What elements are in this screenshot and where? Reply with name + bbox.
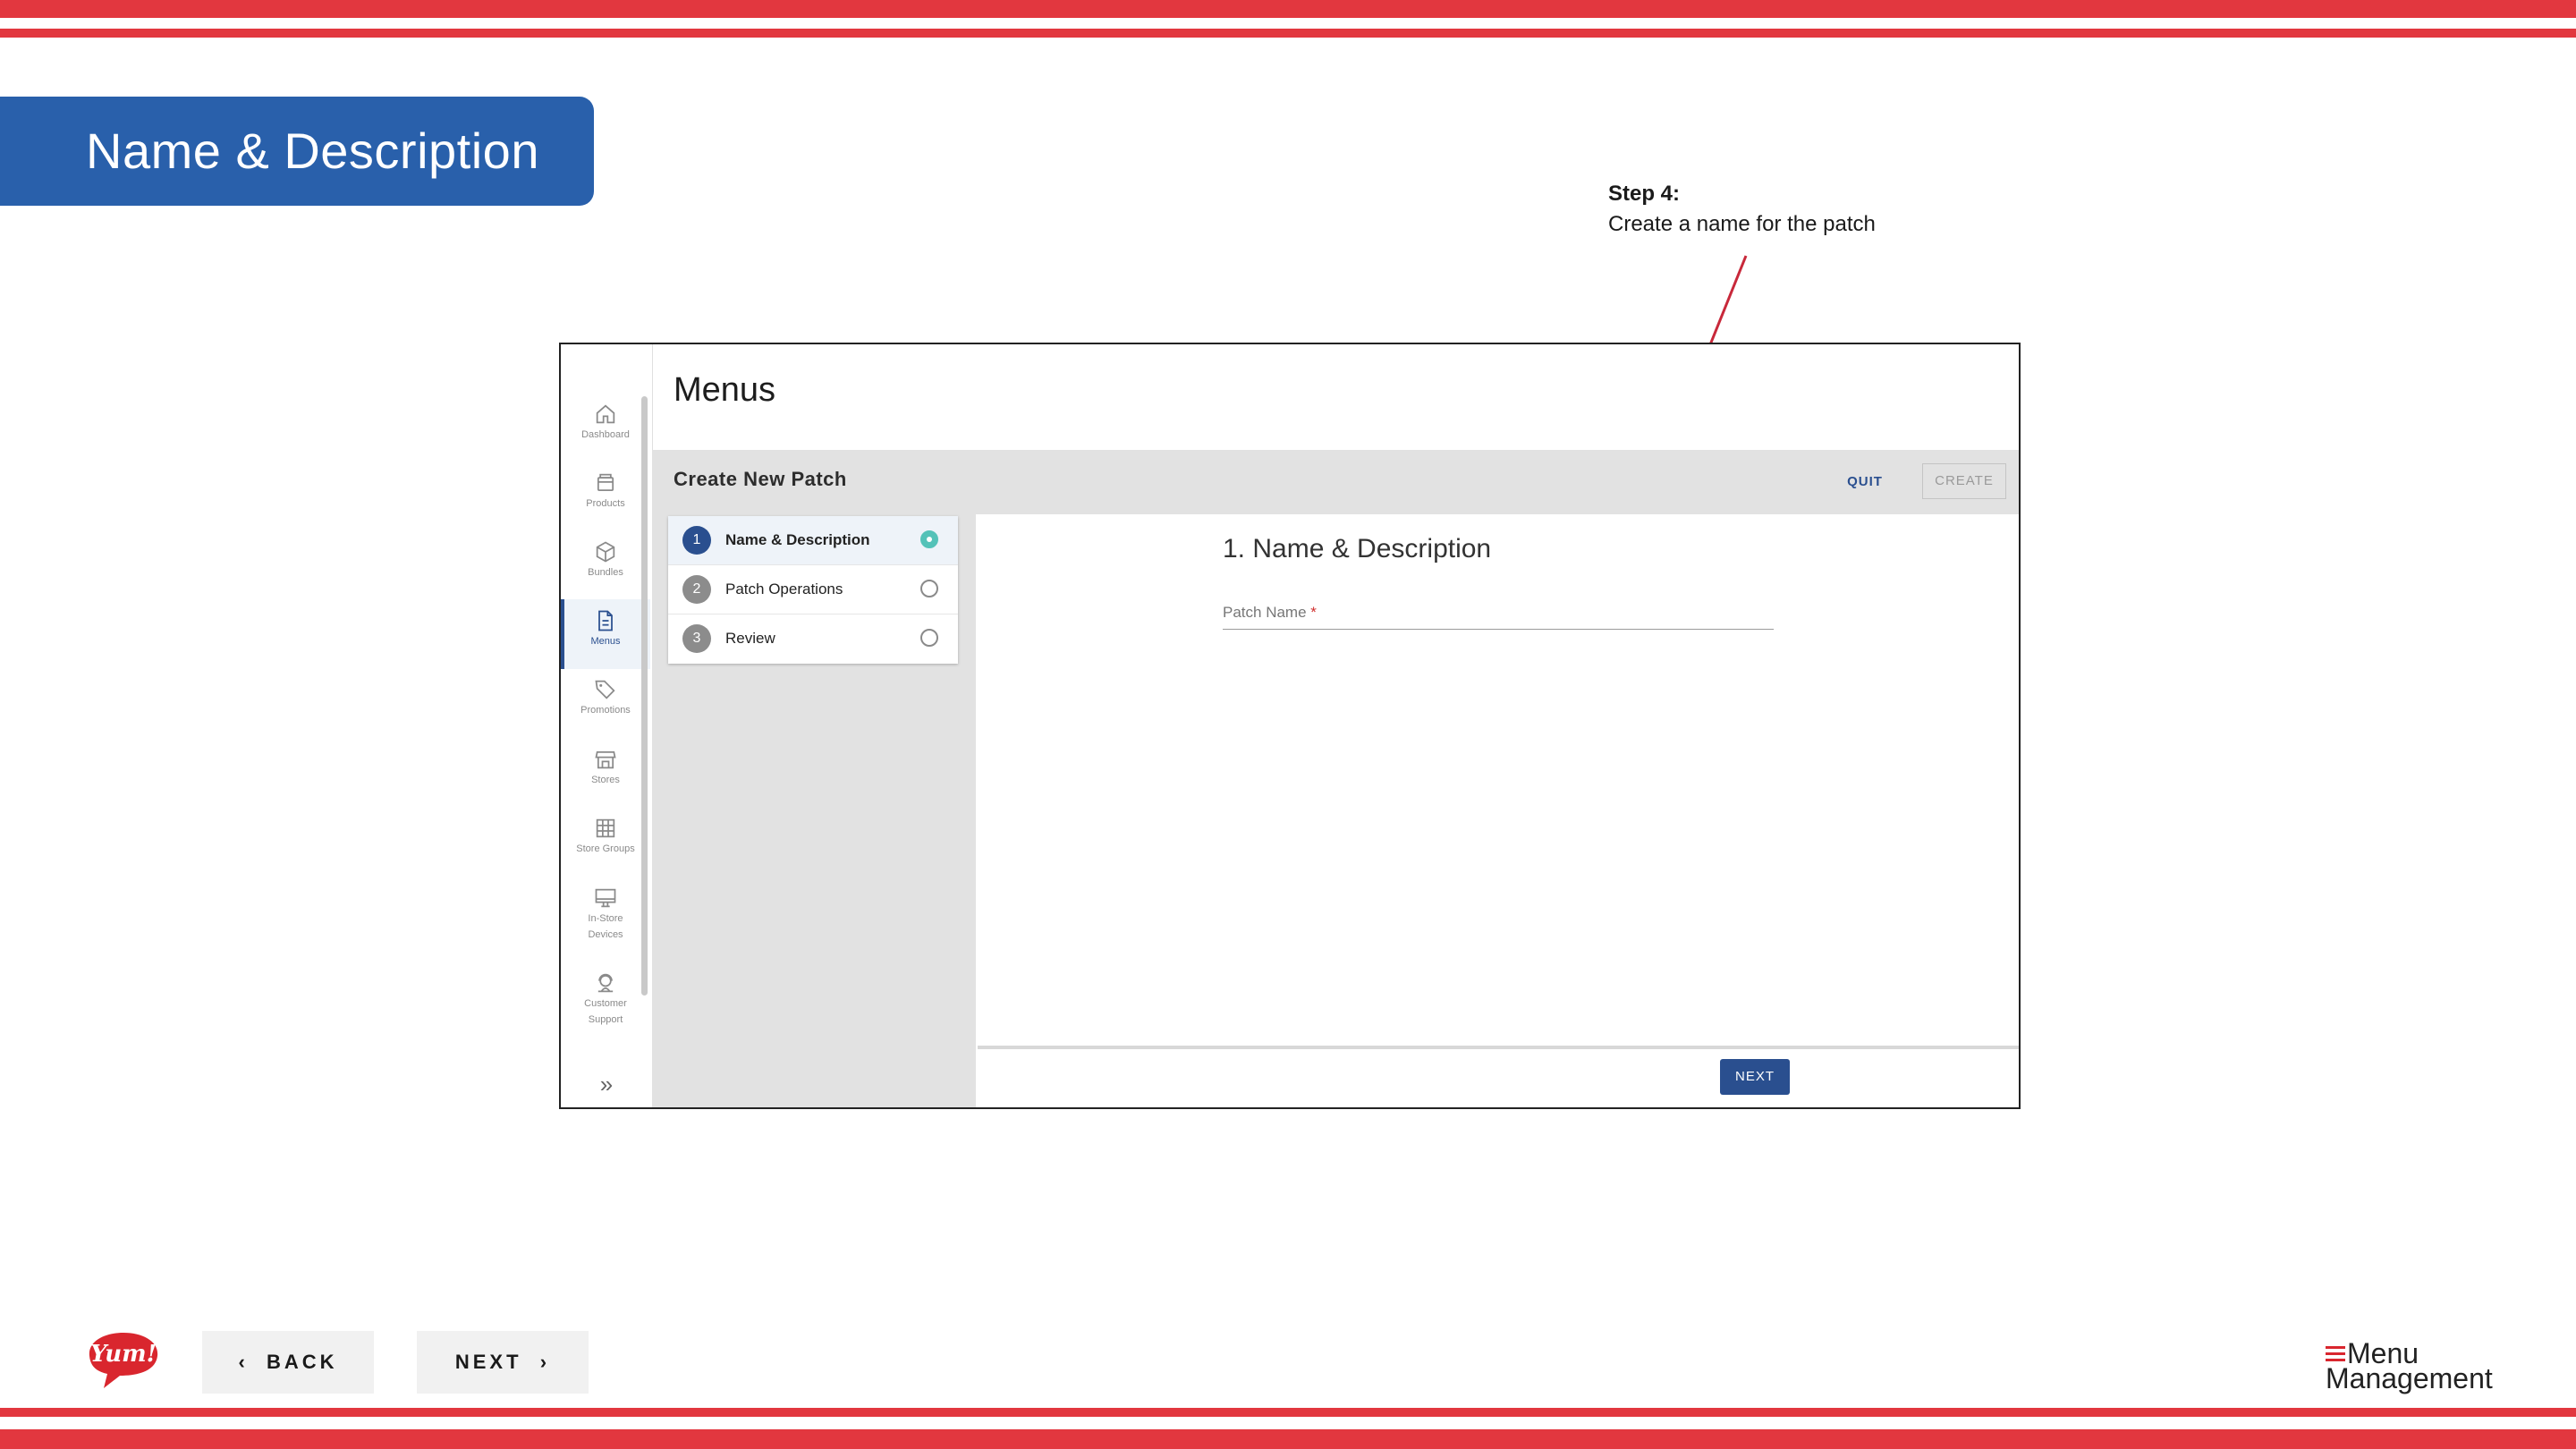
- create-button[interactable]: CREATE: [1922, 463, 2006, 499]
- back-label: BACK: [267, 1351, 338, 1373]
- monitor-icon: [595, 888, 616, 908]
- svg-text:Yum!: Yum!: [90, 1341, 157, 1368]
- sidebar-item-label: Menus: [590, 636, 621, 647]
- page-title: Menus: [674, 371, 776, 409]
- sidebar: Dashboard Products Bundles Menus Promoti…: [561, 344, 653, 1107]
- sidebar-item-dashboard[interactable]: Dashboard: [561, 393, 650, 462]
- sidebar-item-label: Store Groups: [576, 843, 635, 854]
- sidebar-scrollbar[interactable]: [641, 396, 648, 996]
- next-button[interactable]: NEXT ›: [417, 1331, 589, 1394]
- tag-icon: [595, 680, 615, 699]
- home-icon: [596, 404, 615, 424]
- menu-management-logo: Menu Management: [2326, 1339, 2493, 1396]
- sidebar-item-customer-support[interactable]: Customer Support: [561, 962, 650, 1042]
- step-label: Review: [725, 630, 775, 647]
- slide-title-banner: Name & Description: [0, 97, 594, 206]
- sidebar-item-label: Customer Support: [584, 998, 627, 1025]
- step-annotation: Step 4: Create a name for the patch: [1608, 179, 1876, 240]
- support-icon: [597, 973, 614, 993]
- step-patch-operations[interactable]: 2 Patch Operations: [668, 565, 958, 614]
- logo-line2: Management: [2326, 1362, 2493, 1394]
- grid-icon: [596, 818, 615, 838]
- sidebar-item-bundles[interactable]: Bundles: [561, 530, 650, 600]
- slide-title: Name & Description: [86, 123, 539, 179]
- step-review[interactable]: 3 Review: [668, 614, 958, 663]
- sidebar-item-store-groups[interactable]: Store Groups: [561, 807, 650, 877]
- store-icon: [595, 750, 616, 769]
- sidebar-item-label: Stores: [591, 775, 620, 785]
- app-screenshot: Dashboard Products Bundles Menus Promoti…: [559, 343, 2021, 1109]
- sidebar-item-in-store-devices[interactable]: In-Store Devices: [561, 877, 650, 957]
- annotation-step: Step 4:: [1608, 182, 1681, 206]
- step-number: 3: [682, 624, 711, 653]
- form-panel: [976, 514, 2019, 1107]
- bottom-stripe-1: [0, 1408, 2576, 1417]
- chevron-right-icon: ›: [521, 1351, 551, 1373]
- sidebar-item-label: Dashboard: [581, 429, 630, 440]
- step-number: 1: [682, 526, 711, 555]
- step-name-description[interactable]: 1 Name & Description: [668, 516, 958, 565]
- annotation-text: Create a name for the patch: [1608, 212, 1876, 236]
- required-mark: *: [1310, 604, 1317, 621]
- sidebar-item-menus[interactable]: Menus: [561, 599, 650, 669]
- sidebar-item-stores[interactable]: Stores: [561, 738, 650, 808]
- form-next-button[interactable]: NEXT: [1720, 1059, 1790, 1095]
- radio-selected-icon: [920, 530, 938, 548]
- sidebar-item-label: Products: [586, 498, 625, 509]
- step-number: 2: [682, 575, 711, 604]
- step-label: Patch Operations: [725, 580, 843, 597]
- bottom-stripe-2: [0, 1429, 2576, 1449]
- document-icon: [598, 610, 613, 631]
- panel-title: Create New Patch: [674, 468, 847, 490]
- radio-empty-icon: [920, 629, 938, 647]
- step-label: Name & Description: [725, 531, 870, 548]
- panel-header: [652, 450, 2019, 514]
- chevron-left-icon: ‹: [238, 1351, 267, 1373]
- patch-name-field[interactable]: Patch Name *: [1223, 604, 1317, 622]
- top-stripe-2: [0, 29, 2576, 38]
- sidebar-item-promotions[interactable]: Promotions: [561, 668, 650, 738]
- cube-icon: [596, 541, 615, 563]
- quit-button[interactable]: QUIT: [1836, 466, 1894, 498]
- stepper: 1 Name & Description 2 Patch Operations …: [668, 516, 958, 664]
- top-stripe-1: [0, 0, 2576, 18]
- next-label: NEXT: [454, 1351, 522, 1373]
- back-button[interactable]: ‹ BACK: [202, 1331, 374, 1394]
- section-title: 1. Name & Description: [1223, 534, 1492, 564]
- patch-name-label: Patch Name: [1223, 604, 1307, 621]
- box-icon: [597, 473, 614, 492]
- yum-logo: Yum!: [89, 1333, 158, 1388]
- radio-empty-icon: [920, 580, 938, 597]
- sidebar-item-label: In-Store Devices: [588, 913, 623, 940]
- patch-name-input-underline[interactable]: [1223, 629, 1774, 630]
- form-footer-divider: [978, 1046, 2019, 1049]
- sidebar-item-label: Bundles: [588, 567, 623, 578]
- sidebar-item-products[interactable]: Products: [561, 462, 650, 531]
- double-chevron-right-icon[interactable]: »: [593, 1071, 620, 1097]
- sidebar-item-label: Promotions: [580, 705, 631, 716]
